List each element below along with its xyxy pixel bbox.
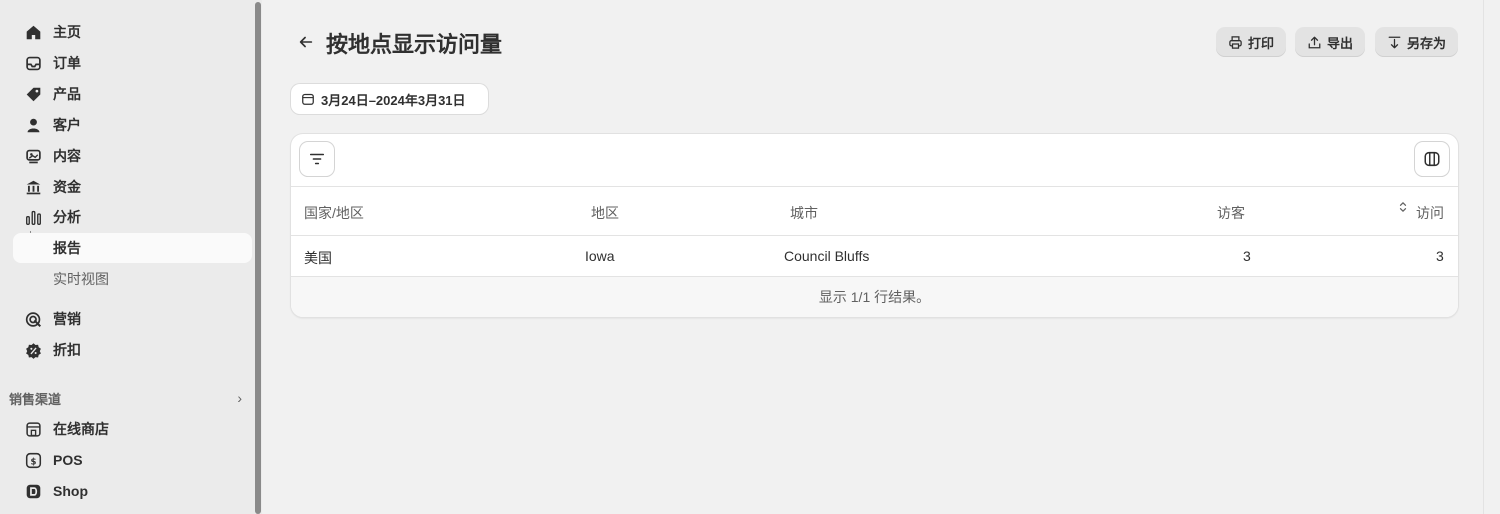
discount-icon	[24, 341, 42, 359]
sidebar-item-label: 折扣	[53, 342, 81, 358]
cell-region: Iowa	[585, 248, 615, 264]
chevron-right-icon: ›	[237, 390, 242, 406]
filter-icon	[309, 153, 325, 165]
divider	[291, 235, 1458, 236]
save-as-label: 另存为	[1406, 35, 1446, 51]
arrow-left-icon	[299, 36, 313, 48]
divider	[291, 186, 1458, 187]
column-header-city[interactable]: 城市	[790, 203, 818, 223]
sales-channels-title: 销售渠道	[9, 391, 62, 407]
column-header-visits[interactable]: 访问	[1416, 203, 1444, 223]
cell-city: Council Bluffs	[784, 248, 870, 264]
sidebar-item-label: 主页	[53, 24, 81, 40]
sidebar-item-label: 资金	[53, 179, 81, 195]
inbox-icon	[24, 54, 42, 72]
cell-visits: 3	[1436, 248, 1444, 264]
sidebar-item-label: 产品	[53, 86, 81, 102]
upload-icon	[1308, 36, 1321, 48]
sidebar-item-home[interactable]: 主页	[13, 17, 252, 47]
export-label: 导出	[1326, 35, 1353, 51]
sidebar-item-label: 分析	[53, 209, 81, 225]
sidebar-item-label: POS	[53, 452, 83, 468]
cell-country: 美国	[304, 250, 332, 266]
sidebar-item-label: 订单	[53, 55, 81, 71]
sidebar-item-label: 营销	[53, 311, 81, 327]
table-footer: 显示 1/1 行结果。	[291, 277, 1458, 317]
sidebar-item-discounts[interactable]: 折扣	[13, 335, 252, 365]
tag-icon	[24, 85, 42, 103]
sidebar-item-label: Shop	[53, 483, 88, 499]
sidebar-item-content[interactable]: 内容	[13, 141, 252, 171]
calendar-icon	[302, 93, 314, 105]
sort-icon[interactable]	[1398, 200, 1408, 217]
columns-icon	[1424, 151, 1440, 167]
content-icon	[24, 147, 42, 165]
sidebar-item-marketing[interactable]: 营销	[13, 304, 252, 334]
sidebar-item-label: 报告	[53, 240, 81, 256]
back-button[interactable]	[294, 30, 318, 54]
person-icon	[24, 116, 42, 134]
sidebar-item-finance[interactable]: 资金	[13, 172, 252, 202]
sidebar-item-label: 实时视图	[53, 271, 109, 287]
target-icon	[24, 310, 42, 328]
report-table-card: 国家/地区 地区 城市 访客 访问 美国 Iowa Council Bluffs…	[291, 134, 1458, 317]
column-header-visitors[interactable]: 访客	[1217, 203, 1245, 223]
sidebar-scrollbar[interactable]	[255, 0, 262, 514]
printer-icon	[1229, 35, 1242, 49]
date-range-label: 3月24日–2024年3月31日	[321, 92, 466, 108]
sidebar-item-label: 客户	[53, 117, 81, 133]
date-range-picker[interactable]: 3月24日–2024年3月31日	[291, 84, 488, 114]
bank-icon	[24, 178, 42, 196]
bar-chart-icon	[24, 208, 42, 226]
sidebar-item-live-view[interactable]: 实时视图	[13, 264, 252, 294]
column-header-country[interactable]: 国家/地区	[304, 203, 364, 223]
columns-button[interactable]	[1415, 142, 1449, 176]
filter-button[interactable]	[300, 142, 334, 176]
pos-icon: $	[24, 451, 42, 469]
store-icon	[24, 420, 42, 438]
home-icon	[24, 23, 42, 41]
sales-channels-header[interactable]: 销售渠道 ›	[0, 386, 252, 410]
scrollbar-thumb[interactable]	[255, 2, 261, 514]
download-icon	[1388, 36, 1401, 48]
sidebar-item-label: 内容	[53, 148, 81, 164]
column-header-region[interactable]: 地区	[591, 203, 619, 223]
sidebar-item-online-store[interactable]: 在线商店	[13, 414, 252, 444]
sidebar-item-pos[interactable]: $ POS	[13, 445, 252, 475]
sidebar-item-label: 在线商店	[53, 421, 109, 437]
sidebar-item-shop[interactable]: Shop	[13, 476, 252, 506]
sidebar-item-customers[interactable]: 客户	[13, 110, 252, 140]
svg-text:$: $	[30, 457, 36, 467]
print-button[interactable]: 打印	[1216, 27, 1286, 57]
sidebar: 主页 订单 产品 客户 内容 资金 分析 报告 实时视图 营销 折扣 销售渠道 …	[0, 0, 255, 514]
sidebar-item-products[interactable]: 产品	[13, 79, 252, 109]
sidebar-item-reports[interactable]: 报告	[13, 233, 252, 263]
sidebar-item-orders[interactable]: 订单	[13, 48, 252, 78]
shop-icon	[24, 482, 42, 500]
results-count: 显示 1/1 行结果。	[818, 289, 931, 305]
right-panel-edge	[1483, 0, 1500, 514]
export-button[interactable]: 导出	[1295, 27, 1365, 57]
page-title: 按地点显示访问量	[326, 32, 503, 57]
print-label: 打印	[1247, 35, 1274, 51]
save-as-button[interactable]: 另存为	[1375, 27, 1458, 57]
sidebar-item-analytics[interactable]: 分析	[13, 202, 252, 232]
cell-visitors: 3	[1243, 248, 1251, 264]
